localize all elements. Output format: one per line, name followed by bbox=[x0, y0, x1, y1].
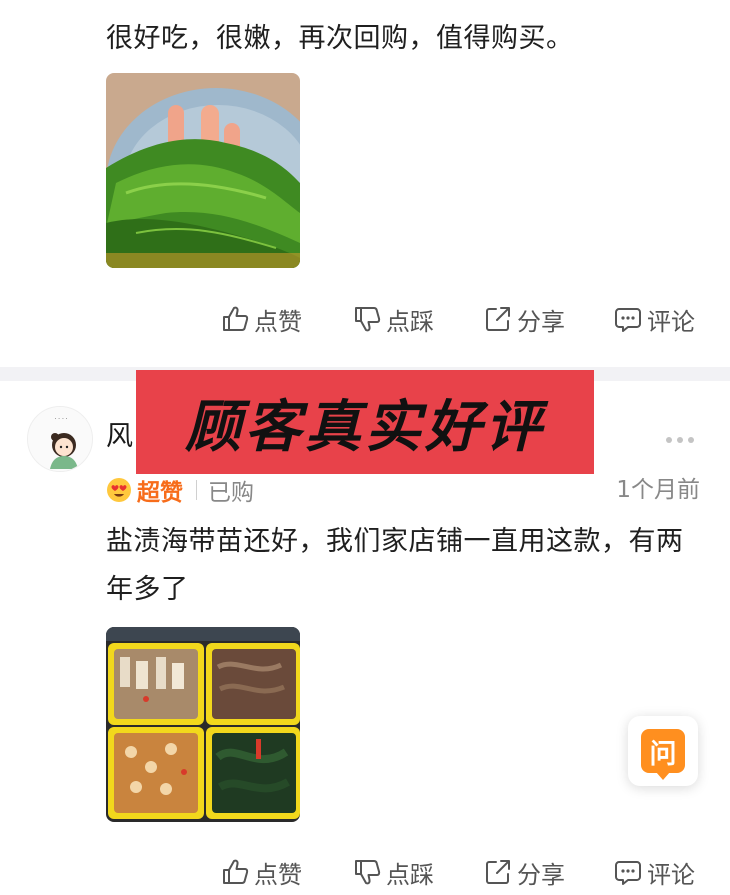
dislike-button[interactable]: 点踩 bbox=[352, 297, 434, 341]
ask-icon: 问 bbox=[641, 729, 685, 780]
thumbs-down-icon bbox=[355, 860, 381, 885]
ask-question-button[interactable]: 问 bbox=[628, 716, 698, 786]
review-text: 盐渍海带苗还好，我们家店铺一直用这款，有两年多了 bbox=[106, 526, 684, 605]
like-button[interactable]: 点赞 bbox=[220, 850, 302, 894]
ask-label: 问 bbox=[649, 738, 677, 770]
review-actions: 点赞 点踩 分享 评论 bbox=[0, 850, 730, 894]
svg-text:· · · ·: · · · · bbox=[54, 416, 67, 423]
dot bbox=[666, 437, 672, 443]
share-button[interactable]: 分享 bbox=[483, 850, 565, 894]
like-button[interactable]: 点赞 bbox=[220, 297, 302, 341]
share-label: 分享 bbox=[517, 860, 565, 889]
thumbs-up-icon bbox=[223, 306, 249, 331]
dot bbox=[688, 437, 694, 443]
separator bbox=[196, 480, 197, 500]
dislike-label: 点踩 bbox=[386, 307, 434, 336]
dislike-button[interactable]: 点踩 bbox=[352, 850, 434, 894]
like-label: 点赞 bbox=[254, 860, 302, 889]
share-button[interactable]: 分享 bbox=[483, 297, 565, 341]
comment-button[interactable]: 评论 bbox=[613, 850, 695, 894]
review-text: 很好吃，很嫩，再次回购，值得购买。 bbox=[106, 23, 574, 54]
thumbs-up-icon bbox=[223, 859, 249, 884]
purchased-badge: 已购 bbox=[208, 480, 254, 506]
cartoon-girl-avatar-icon: · · · · bbox=[28, 407, 92, 471]
share-icon bbox=[486, 307, 510, 331]
like-label: 点赞 bbox=[254, 307, 302, 336]
share-label: 分享 bbox=[517, 307, 565, 336]
comment-label: 评论 bbox=[647, 860, 695, 889]
rating-label: 超赞 bbox=[137, 480, 183, 506]
avatar[interactable]: · · · · bbox=[27, 406, 93, 472]
review-photo[interactable] bbox=[106, 73, 300, 268]
thumbs-down-icon bbox=[355, 307, 381, 332]
username[interactable]: 风 bbox=[106, 414, 133, 453]
kelp-photo-image bbox=[106, 73, 300, 268]
food-trays-photo-image bbox=[106, 627, 300, 822]
review-photo[interactable] bbox=[106, 627, 300, 822]
review-actions: 点赞 点踩 分享 评论 bbox=[0, 297, 730, 341]
comment-icon bbox=[615, 308, 641, 332]
share-icon bbox=[486, 860, 510, 884]
promo-banner: 顾客真实好评 bbox=[136, 370, 594, 474]
heart-eyes-emoji-icon bbox=[107, 478, 131, 502]
dislike-label: 点踩 bbox=[386, 860, 434, 889]
review-date: 1个月前 bbox=[616, 477, 700, 503]
dot bbox=[677, 437, 683, 443]
comment-icon bbox=[615, 861, 641, 885]
banner-text: 顾客真实好评 bbox=[185, 394, 545, 460]
rating-row: 超赞 已购 bbox=[106, 474, 254, 506]
comment-button[interactable]: 评论 bbox=[613, 297, 695, 341]
comment-label: 评论 bbox=[647, 307, 695, 336]
more-options-button[interactable] bbox=[666, 437, 694, 443]
